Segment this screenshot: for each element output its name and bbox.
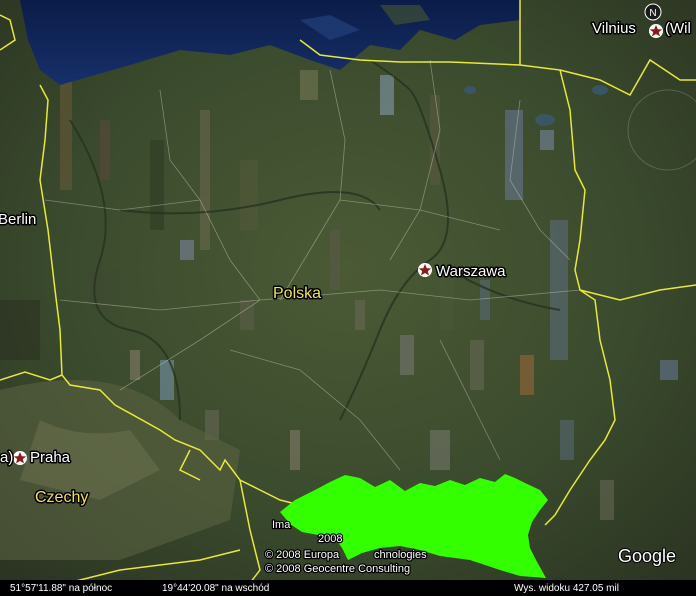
prague-prefix-label: a): [0, 449, 13, 466]
warsaw-marker-icon: [418, 263, 432, 277]
prague-label: Praha: [30, 449, 71, 466]
altitude-readout: Wys. widoku 427.05 mil: [514, 583, 619, 594]
credit-line2: © 2008 Geocentre Consulting: [265, 563, 410, 575]
longitude-readout: 19°44'20.08" na wschód: [162, 583, 269, 594]
satellite-map[interactable]: N Warszawa Polska Berlin a) Praha Czechy…: [0, 0, 696, 596]
vilnius-suffix-label: (Wil: [665, 20, 691, 37]
czech-label: Czechy: [35, 489, 88, 506]
prague-marker-icon: [13, 451, 27, 465]
latitude-readout: 51°57'11.88" na północ: [10, 583, 112, 594]
google-logo: Google: [618, 546, 676, 566]
poland-label: Polska: [273, 285, 321, 302]
credit-line1-right: chnologies: [374, 549, 427, 561]
warsaw-label: Warszawa: [436, 263, 506, 280]
compass[interactable]: N: [644, 3, 662, 21]
compass-north-letter: N: [649, 8, 656, 19]
credit-line1-left: © 2008 Europa: [265, 549, 340, 561]
vilnius-label: Vilnius: [592, 20, 636, 37]
credit-year-fragment: 2008: [318, 533, 342, 545]
berlin-label: Berlin: [0, 211, 36, 228]
credit-image-prefix: Ima: [272, 519, 291, 531]
vilnius-marker-icon: [649, 24, 663, 38]
map-view[interactable]: N Warszawa Polska Berlin a) Praha Czechy…: [0, 0, 696, 596]
